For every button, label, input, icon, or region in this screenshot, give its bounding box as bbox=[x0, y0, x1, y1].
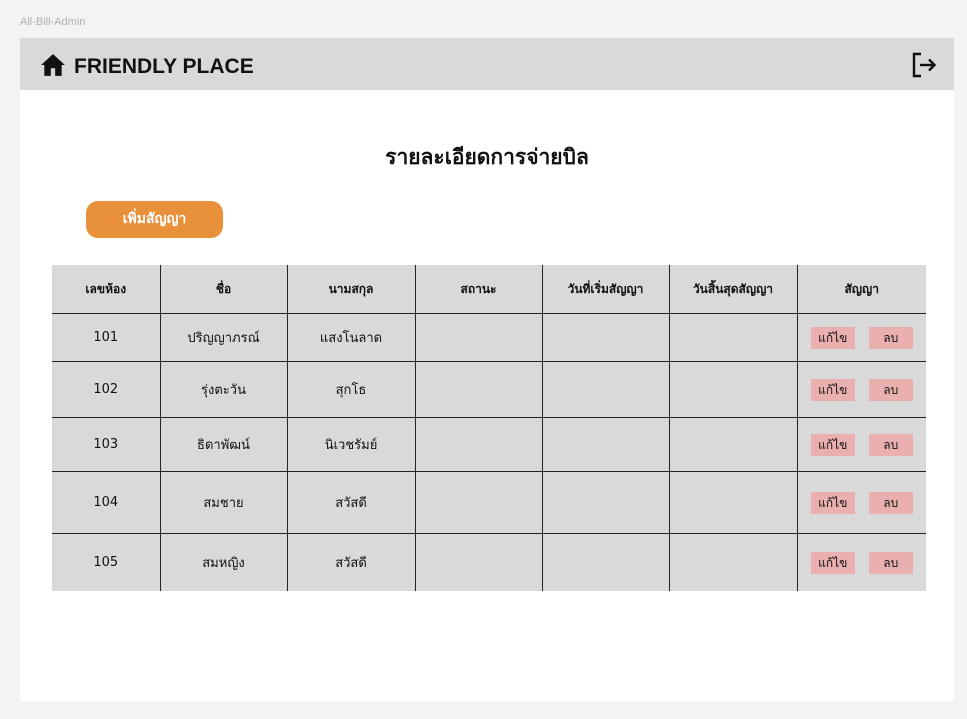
cell-first-name: รุ่งตะวัน bbox=[159, 361, 287, 418]
cell-end-date bbox=[668, 533, 797, 591]
cell-end-date bbox=[668, 471, 797, 534]
cell-status bbox=[414, 533, 542, 591]
cell-start-date bbox=[541, 361, 669, 418]
cell-room: 105 bbox=[93, 555, 119, 570]
cell-room: 102 bbox=[93, 382, 119, 397]
edit-button[interactable]: แก้ไข bbox=[810, 433, 855, 456]
cell-start-date bbox=[541, 471, 669, 534]
table-row: 102 รุ่งตะวัน สุกโธ แก้ไข ลบ bbox=[52, 361, 926, 418]
column-header-first-name: ชื่อ bbox=[159, 265, 287, 314]
app-frame: FRIENDLY PLACE รายละเอียดการจ่ายบิล เพิ่… bbox=[20, 38, 954, 701]
delete-button[interactable]: ลบ bbox=[868, 491, 913, 514]
cell-last-name: นิเวชรัมย์ bbox=[286, 417, 415, 472]
cell-status bbox=[414, 417, 542, 472]
bills-table: เลขห้อง ชื่อ นามสกุล สถานะ วันที่เริ่มสั… bbox=[52, 265, 926, 591]
brand-title: FRIENDLY PLACE bbox=[74, 55, 254, 78]
delete-button[interactable]: ลบ bbox=[868, 378, 913, 401]
cell-last-name: สวัสดี bbox=[286, 471, 415, 534]
add-contract-button[interactable]: เพิ่มสัญญา bbox=[86, 201, 223, 238]
top-header: FRIENDLY PLACE bbox=[20, 38, 954, 90]
cell-start-date bbox=[541, 313, 669, 362]
delete-button[interactable]: ลบ bbox=[868, 551, 913, 574]
cell-actions: แก้ไข ลบ bbox=[796, 313, 926, 362]
cell-room: 101 bbox=[93, 330, 119, 345]
edit-button[interactable]: แก้ไข bbox=[810, 491, 855, 514]
cell-room: 104 bbox=[93, 495, 119, 510]
table-row: 104 สมชาย สวัสดี แก้ไข ลบ bbox=[52, 471, 926, 534]
cell-first-name: สมชาย bbox=[159, 471, 287, 534]
table-row: 105 สมหญิง สวัสดี แก้ไข ลบ bbox=[52, 533, 926, 591]
cell-status bbox=[414, 313, 542, 362]
home-icon[interactable] bbox=[40, 53, 66, 77]
cell-actions: แก้ไข ลบ bbox=[796, 533, 926, 591]
cell-status bbox=[414, 471, 542, 534]
cell-actions: แก้ไข ลบ bbox=[796, 361, 926, 418]
table-row: 103 ธิดาพัฒน์ นิเวชรัมย์ แก้ไข ลบ bbox=[52, 417, 926, 472]
edit-button[interactable]: แก้ไข bbox=[810, 551, 855, 574]
cell-end-date bbox=[668, 313, 797, 362]
delete-button[interactable]: ลบ bbox=[868, 326, 913, 349]
cell-last-name: สุกโธ bbox=[286, 361, 415, 418]
cell-first-name: สมหญิง bbox=[159, 533, 287, 591]
cell-first-name: ปริญญาภรณ์ bbox=[159, 313, 287, 362]
column-header-status: สถานะ bbox=[414, 265, 542, 314]
cell-room: 103 bbox=[93, 437, 119, 452]
edit-button[interactable]: แก้ไข bbox=[810, 378, 855, 401]
cell-end-date bbox=[668, 361, 797, 418]
table-row: 101 ปริญญาภรณ์ แสงโนลาด แก้ไข ลบ bbox=[52, 313, 926, 362]
cell-start-date bbox=[541, 533, 669, 591]
cell-status bbox=[414, 361, 542, 418]
cell-actions: แก้ไข ลบ bbox=[796, 417, 926, 472]
column-header-room: เลขห้อง bbox=[52, 265, 160, 314]
cell-end-date bbox=[668, 417, 797, 472]
page-title: รายละเอียดการจ่ายบิล bbox=[385, 145, 589, 169]
logout-icon[interactable] bbox=[910, 51, 938, 79]
cell-last-name: สวัสดี bbox=[286, 533, 415, 591]
frame-label: All-Bill-Admin bbox=[20, 16, 86, 28]
column-header-start-date: วันที่เริ่มสัญญา bbox=[541, 265, 669, 314]
column-header-end-date: วันสิ้นสุดสัญญา bbox=[668, 265, 797, 314]
edit-button[interactable]: แก้ไข bbox=[810, 326, 855, 349]
cell-actions: แก้ไข ลบ bbox=[796, 471, 926, 534]
cell-last-name: แสงโนลาด bbox=[286, 313, 415, 362]
column-header-contract: สัญญา bbox=[796, 265, 926, 314]
delete-button[interactable]: ลบ bbox=[868, 433, 913, 456]
column-header-last-name: นามสกุล bbox=[286, 265, 415, 314]
cell-start-date bbox=[541, 417, 669, 472]
table-header-row: เลขห้อง ชื่อ นามสกุล สถานะ วันที่เริ่มสั… bbox=[52, 265, 926, 314]
cell-first-name: ธิดาพัฒน์ bbox=[159, 417, 287, 472]
